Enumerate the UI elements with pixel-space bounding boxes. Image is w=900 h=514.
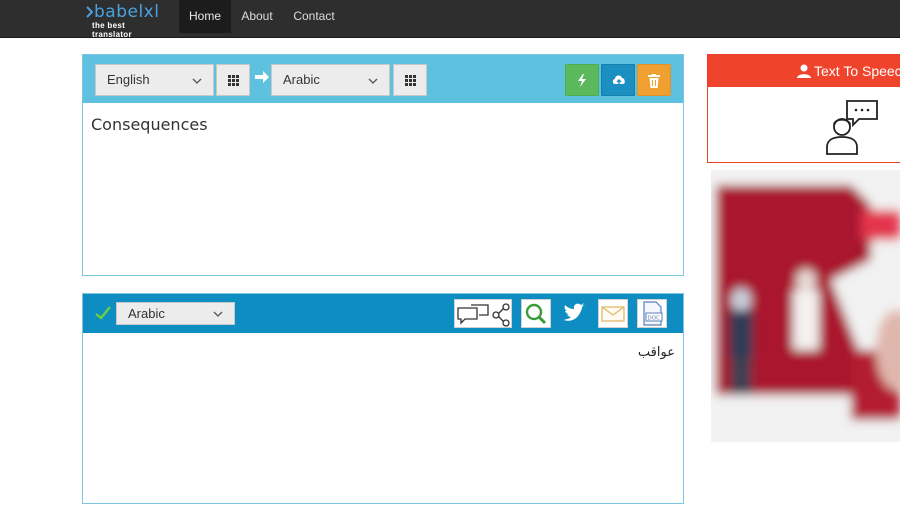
upload-button[interactable]: [601, 64, 635, 96]
output-language-select[interactable]: Arabic: [116, 302, 235, 325]
text-to-speech-label: Text To Speech: [814, 63, 900, 79]
source-language-select[interactable]: English: [95, 64, 214, 96]
search-icon: [525, 303, 547, 325]
source-panel: English Arabic Consequences: [82, 54, 684, 276]
chevron-down-icon: [368, 78, 378, 84]
cloud-upload-icon: [612, 75, 625, 86]
logo-text: babelxl: [94, 2, 160, 22]
target-panel: Arabic DOC عواقب: [82, 293, 684, 504]
speaking-person-icon: [826, 100, 878, 155]
nav-about[interactable]: About: [235, 0, 279, 33]
user-icon: [797, 64, 811, 78]
logo-mark-icon: [86, 6, 94, 18]
ad-image: [711, 170, 900, 442]
email-icon: [601, 306, 625, 322]
advertisement-banner[interactable]: [711, 170, 900, 442]
chevron-down-icon: [192, 78, 202, 84]
doc-icon: DOC: [643, 301, 663, 326]
target-toolbar: Arabic DOC: [83, 294, 683, 333]
grid-icon: [405, 75, 416, 86]
search-button[interactable]: [521, 299, 551, 328]
source-toolbar: English Arabic: [83, 55, 683, 103]
lightning-icon: [578, 74, 586, 87]
svg-text:DOC: DOC: [648, 316, 661, 322]
twitter-button[interactable]: [559, 299, 589, 328]
text-to-speech-button[interactable]: Text To Speech: [708, 55, 900, 87]
source-language-grid-button[interactable]: [216, 64, 250, 96]
twitter-icon: [564, 303, 585, 321]
arrow-right-icon: [255, 71, 269, 83]
grid-icon: [228, 75, 239, 86]
chevron-down-icon: [213, 311, 223, 317]
babelxl-logo[interactable]: babelxl the best translator: [86, 2, 166, 39]
source-language-value: English: [107, 72, 150, 87]
trash-icon: [648, 74, 660, 88]
chat-share-icon: [457, 303, 510, 327]
nav-home[interactable]: Home: [179, 0, 231, 33]
source-text-area[interactable]: Consequences: [91, 115, 208, 134]
text-to-speech-panel: Text To Speech: [707, 54, 900, 163]
check-icon: [95, 306, 111, 320]
translate-button[interactable]: [565, 64, 599, 96]
translation-output[interactable]: عواقب: [638, 345, 675, 360]
target-language-select[interactable]: Arabic: [271, 64, 390, 96]
nav-contact[interactable]: Contact: [288, 0, 340, 33]
delete-button[interactable]: [637, 64, 671, 96]
doc-export-button[interactable]: DOC: [637, 299, 667, 328]
target-language-value: Arabic: [283, 72, 320, 87]
target-language-grid-button[interactable]: [393, 64, 427, 96]
email-button[interactable]: [598, 299, 628, 328]
top-navbar: babelxl the best translator Home About C…: [0, 0, 900, 39]
chat-share-button[interactable]: [454, 299, 512, 328]
output-language-value: Arabic: [128, 306, 165, 321]
logo-tagline: the best translator: [92, 21, 132, 39]
